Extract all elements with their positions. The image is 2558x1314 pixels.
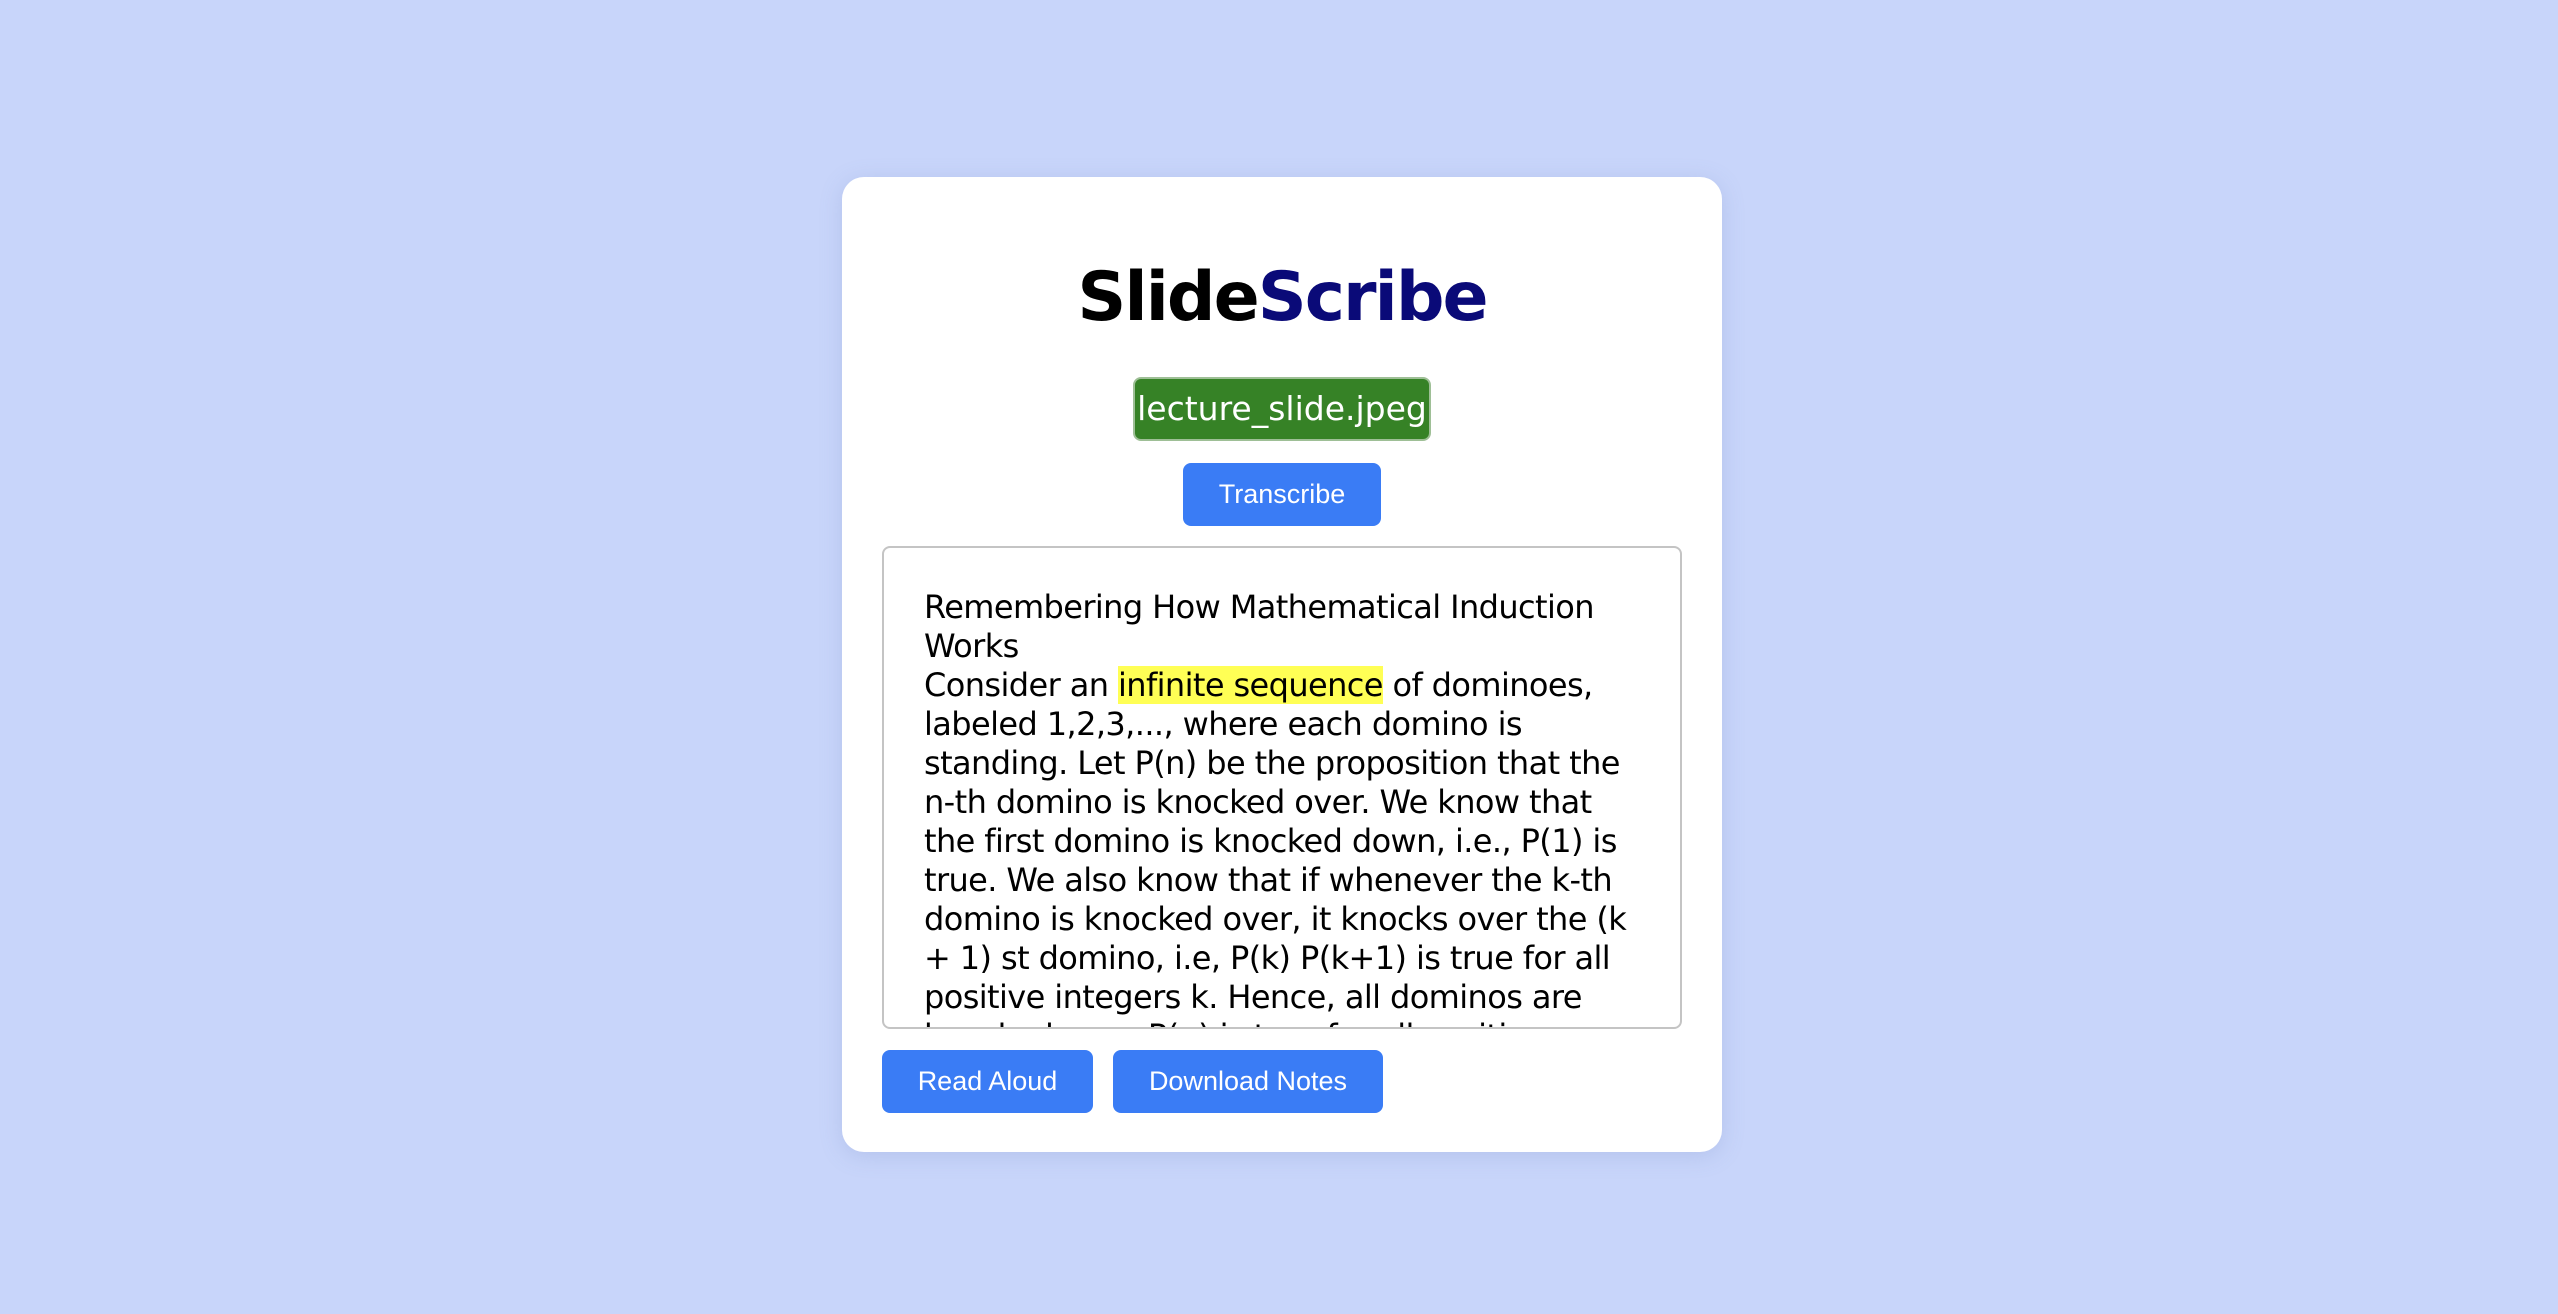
transcript-output[interactable]: Remembering How Mathematical Induction W…: [882, 546, 1682, 1029]
highlighted-phrase: infinite sequence: [1117, 666, 1383, 704]
transcript-body-start: Consider an: [924, 666, 1118, 704]
download-notes-button[interactable]: Download Notes: [1113, 1050, 1383, 1113]
transcript-text: Remembering How Mathematical Induction W…: [924, 588, 1642, 1027]
transcript-heading: Remembering How Mathematical Induction W…: [924, 588, 1595, 665]
transcribe-button[interactable]: Transcribe: [1183, 463, 1381, 526]
read-aloud-button[interactable]: Read Aloud: [882, 1050, 1093, 1113]
transcript-body-rest: of dominoes, labeled 1,2,3,..., where ea…: [924, 666, 1627, 1027]
app-title-slide: Slide: [1077, 258, 1259, 337]
file-upload-chip[interactable]: lecture_slide.jpeg: [1133, 377, 1431, 441]
app-title-scribe: Scribe: [1257, 258, 1489, 337]
main-card: SlideScribe lecture_slide.jpeg Transcrib…: [842, 177, 1722, 1152]
app-title: SlideScribe: [842, 253, 1722, 343]
